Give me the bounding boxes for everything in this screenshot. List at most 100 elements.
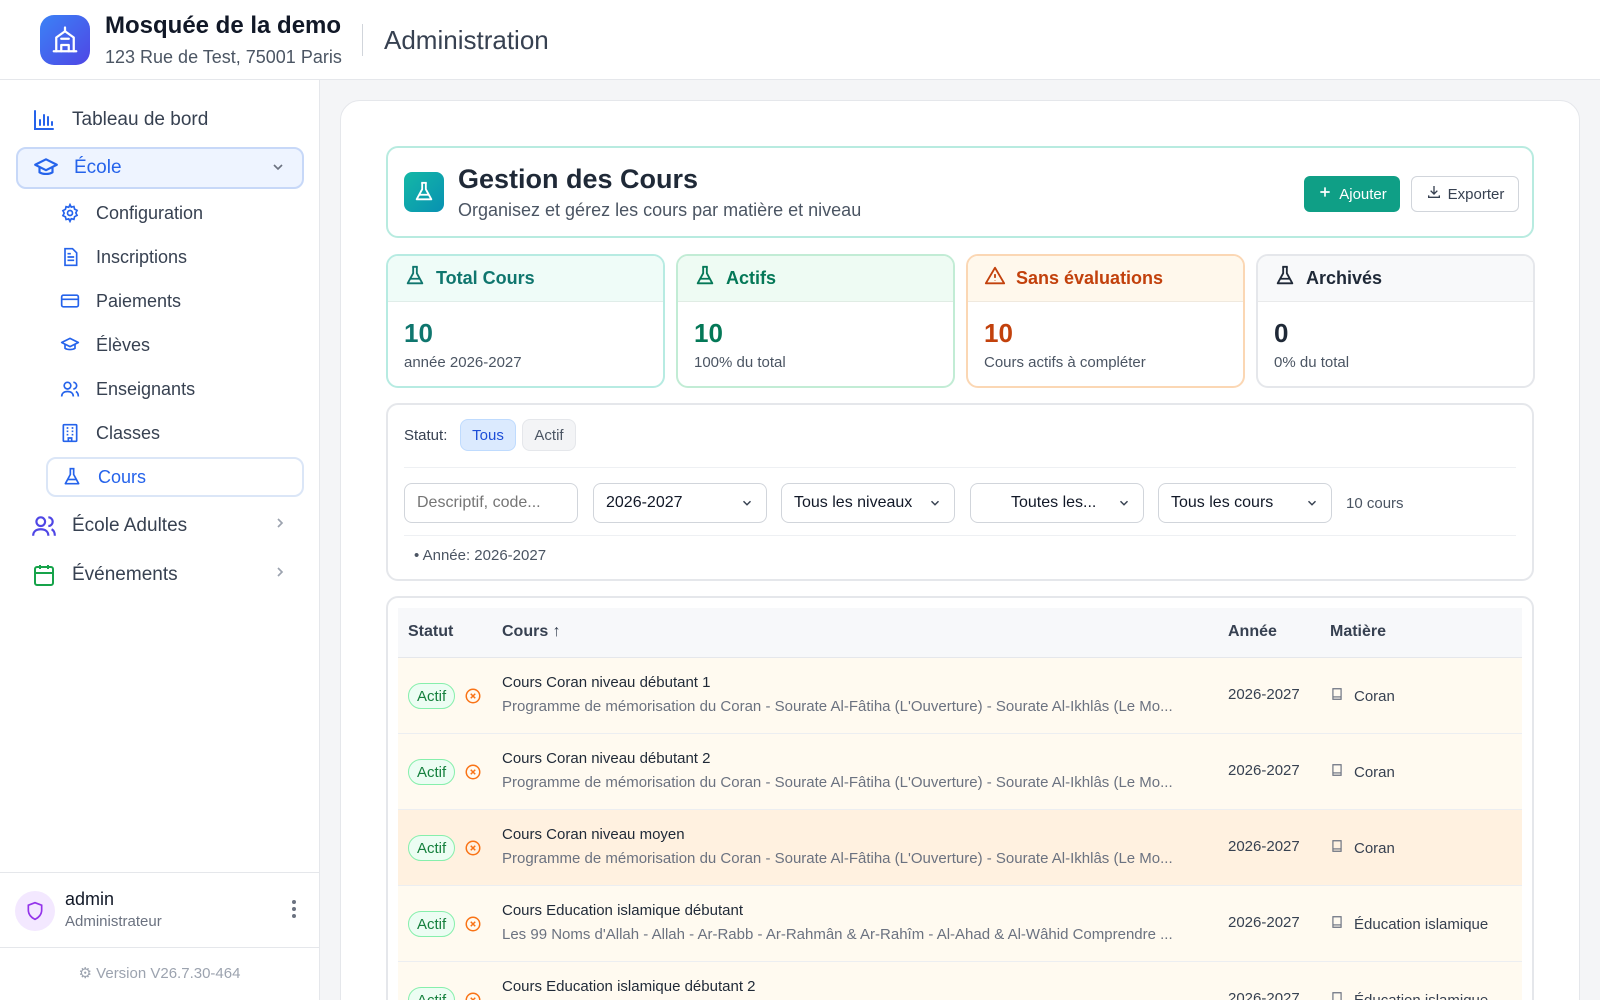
sidebar-subitem-label: Paiements [96, 290, 182, 311]
filters-panel: Statut: Tous Actif 2026-2027 Tous les ni… [386, 403, 1534, 581]
app-version: ⚙ Version V26.7.30-464 [0, 964, 319, 982]
level-select[interactable]: Tous les niveaux [781, 483, 955, 523]
warning-icon [984, 265, 1006, 292]
sidebar-subitem-cours[interactable]: Cours [46, 457, 304, 497]
users-icon [30, 512, 58, 540]
sidebar-subitem-inscriptions[interactable]: Inscriptions [46, 237, 304, 277]
sidebar: Tableau de bord École Configuration Insc… [0, 80, 320, 1000]
x-circle-icon[interactable] [464, 915, 482, 938]
sidebar-item-label: Tableau de bord [72, 109, 209, 130]
sidebar-subitem-label: Enseignants [96, 378, 196, 399]
stat-value: 10 [984, 318, 1013, 348]
graduation-cap-icon [32, 154, 60, 182]
sidebar-item-ecole[interactable]: École [16, 147, 304, 189]
more-vertical-icon[interactable] [291, 899, 297, 924]
table-header: Statut Cours ↑ Année Matière [398, 608, 1522, 658]
status-chip-all[interactable]: Tous [460, 419, 516, 451]
stat-header: Sans évaluations [968, 256, 1243, 302]
result-count: 10 cours [1346, 495, 1404, 512]
sidebar-subitem-label: Inscriptions [96, 246, 188, 267]
sidebar-item-ecole-adultes[interactable]: École Adultes [16, 505, 304, 547]
course-year: 2026-2027 [1228, 990, 1300, 1000]
course-subject-label: Éducation islamique [1354, 991, 1489, 1000]
stat-caption: 0% du total [1274, 354, 1350, 371]
search-input[interactable] [404, 483, 578, 523]
year-select[interactable]: 2026-2027 [593, 483, 767, 523]
course-description: Les 99 Noms d'Allah - Allah - Ar-Rabb - … [502, 926, 1173, 943]
status-chip-active[interactable]: Actif [522, 419, 576, 451]
add-course-button[interactable]: Ajouter [1304, 176, 1400, 212]
flask-icon [404, 265, 426, 292]
active-year-note: • Année: 2026-2027 [414, 547, 547, 564]
stat-caption: 100% du total [694, 354, 786, 371]
table-row[interactable]: Actif Cours Education islamique débutant… [398, 962, 1522, 1000]
user-name: admin [65, 889, 115, 909]
sidebar-item-dashboard[interactable]: Tableau de bord [16, 99, 304, 141]
course-subject: Coran [1330, 762, 1395, 782]
flask-icon [60, 465, 84, 489]
organization-address: 123 Rue de Test, 75001 Paris [105, 47, 342, 67]
chevron-down-icon [740, 496, 754, 515]
x-circle-icon[interactable] [464, 763, 482, 786]
sidebar-item-evenements[interactable]: Événements [16, 554, 304, 596]
sidebar-item-label: Événements [72, 564, 178, 585]
sidebar-subitem-configuration[interactable]: Configuration [46, 193, 304, 233]
course-subject: Coran [1330, 686, 1395, 706]
stat-label: Total Cours [436, 268, 535, 288]
x-circle-icon[interactable] [464, 991, 482, 1000]
course-description: Programme de mémorisation du Coran - Sou… [502, 774, 1173, 791]
sidebar-subitem-classes[interactable]: Classes [46, 413, 304, 453]
table-row[interactable]: Actif Cours Coran niveau débutant 2 Prog… [398, 734, 1522, 810]
course-subject-label: Éducation islamique [1354, 915, 1489, 933]
sidebar-item-label: École [74, 157, 122, 178]
add-button-label: Ajouter [1339, 185, 1387, 203]
column-header-status[interactable]: Statut [408, 623, 453, 641]
sidebar-subitem-enseignants[interactable]: Enseignants [46, 369, 304, 409]
user-profile[interactable]: admin Administrateur [0, 872, 319, 948]
avatar [15, 891, 55, 931]
book-icon [1330, 762, 1344, 782]
credit-card-icon [58, 289, 82, 313]
export-button[interactable]: Exporter [1411, 176, 1519, 212]
stat-caption: Cours actifs à compléter [984, 354, 1146, 371]
page-subtitle: Organisez et gérez les cours par matière… [458, 200, 862, 220]
course-title: Cours Coran niveau moyen [502, 826, 685, 843]
chevron-down-icon [1117, 496, 1131, 515]
column-header-year[interactable]: Année [1228, 623, 1277, 641]
table-row[interactable]: Actif Cours Coran niveau débutant 1 Prog… [398, 658, 1522, 734]
book-icon [1330, 686, 1344, 706]
stat-card-total: Total Cours 10 année 2026-2027 [386, 254, 665, 388]
bar-chart-icon [30, 106, 58, 134]
x-circle-icon[interactable] [464, 687, 482, 710]
document-icon [58, 245, 82, 269]
stat-card-no-evaluations: Sans évaluations 10 Cours actifs à compl… [966, 254, 1245, 388]
x-circle-icon[interactable] [464, 839, 482, 862]
chevron-right-icon [272, 515, 288, 536]
course-year: 2026-2027 [1228, 762, 1300, 779]
course-select[interactable]: Tous les cours [1158, 483, 1332, 523]
column-header-subject[interactable]: Matière [1330, 623, 1386, 641]
sidebar-subitem-label: Configuration [96, 202, 204, 223]
chevron-right-icon [272, 564, 288, 585]
table-row[interactable]: Actif Cours Coran niveau moyen Programme… [398, 810, 1522, 886]
status-badge: Actif [408, 911, 456, 937]
sidebar-subitem-paiements[interactable]: Paiements [46, 281, 304, 321]
column-header-course[interactable]: Cours ↑ [502, 623, 561, 641]
course-subject-label: Coran [1354, 839, 1395, 857]
divider [404, 467, 1516, 468]
organization-name: Mosquée de la demo [105, 12, 342, 39]
status-filter-label: Statut: [404, 427, 448, 444]
course-subject: Éducation islamique [1330, 990, 1488, 1000]
subject-select[interactable]: Toutes les... [970, 483, 1144, 523]
status-badge: Actif [408, 987, 456, 1000]
calendar-icon [30, 561, 58, 589]
course-year: 2026-2027 [1228, 838, 1300, 855]
mosque-logo-icon [40, 15, 90, 65]
sidebar-subitem-eleves[interactable]: Élèves [46, 325, 304, 365]
book-icon [1330, 914, 1344, 934]
courses-table: Statut Cours ↑ Année Matière Actif Cours… [386, 596, 1534, 1000]
table-row[interactable]: Actif Cours Education islamique débutant… [398, 886, 1522, 962]
chevron-down-icon [928, 496, 942, 515]
stat-caption: année 2026-2027 [404, 354, 522, 371]
course-year: 2026-2027 [1228, 686, 1300, 703]
